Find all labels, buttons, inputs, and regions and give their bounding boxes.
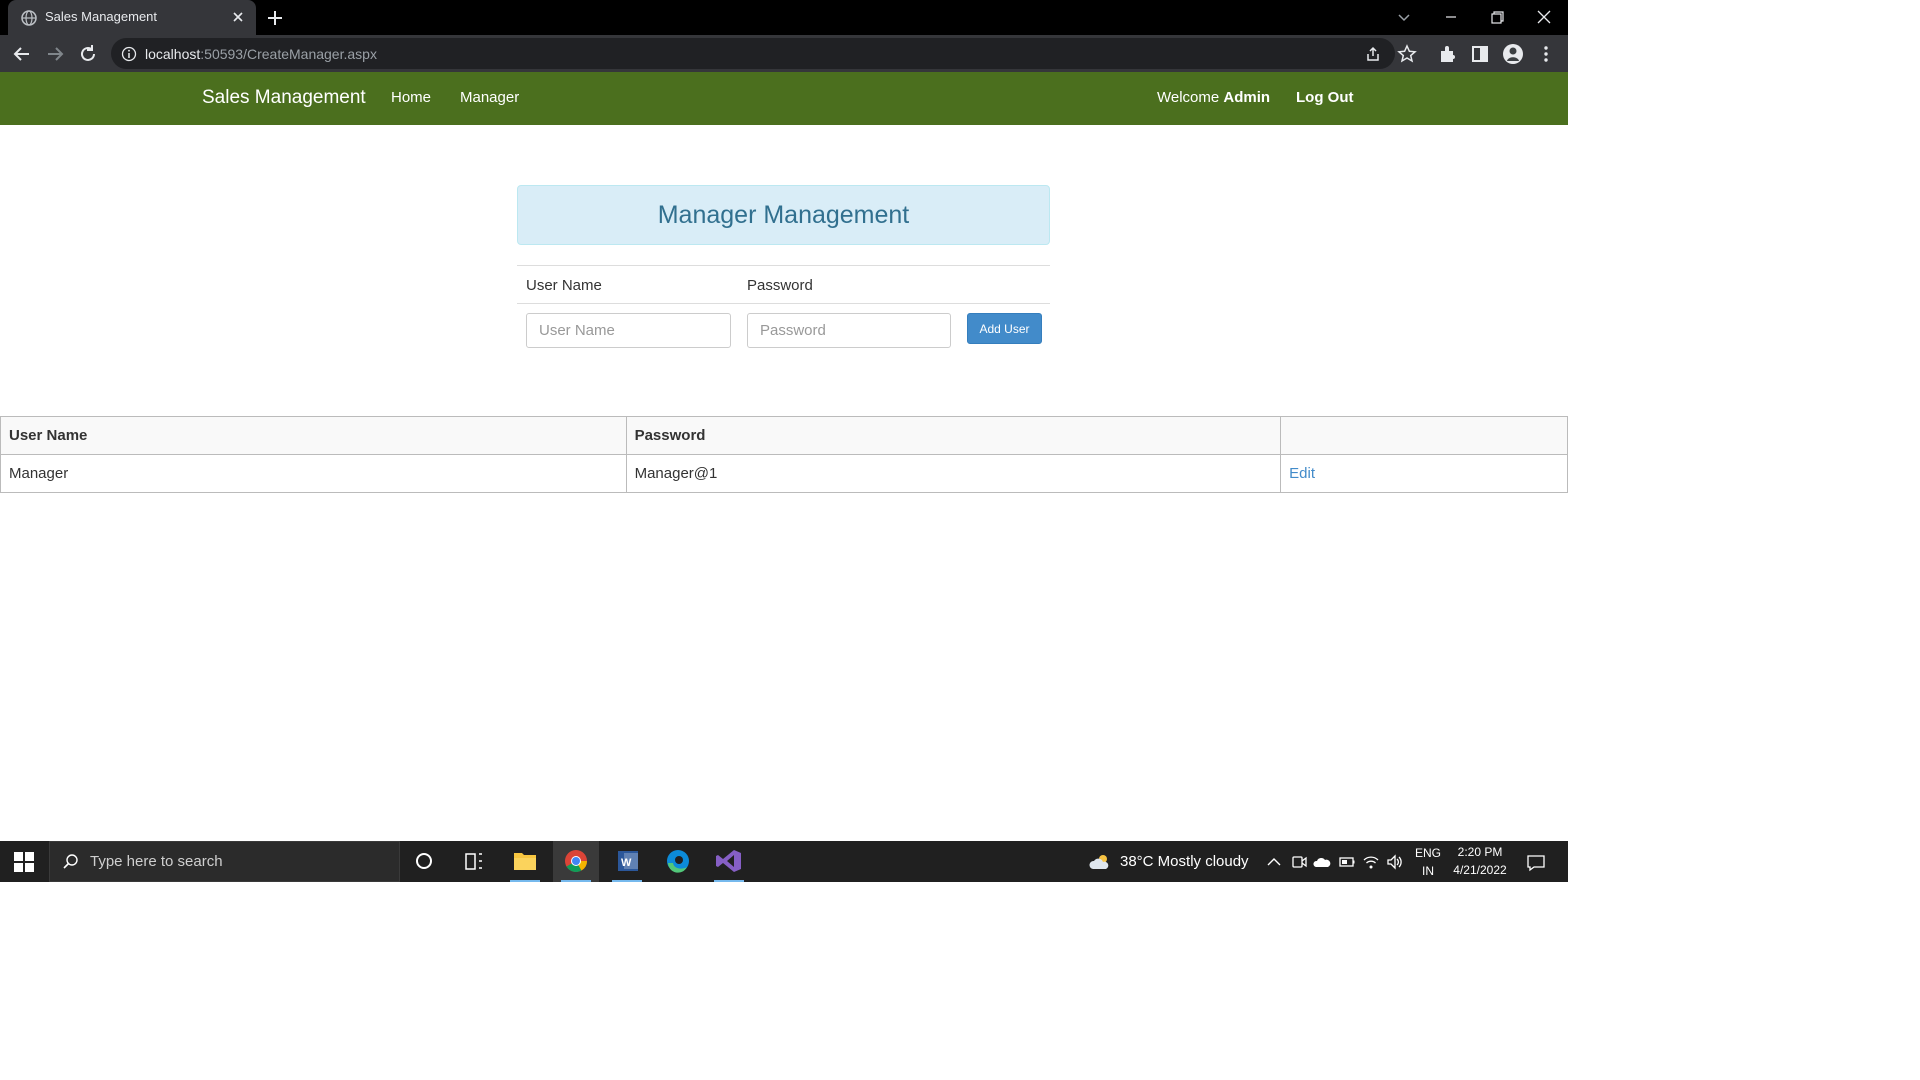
chevron-up-icon[interactable] [1265,853,1283,871]
file-explorer-icon [514,853,536,870]
restore-icon[interactable] [1485,6,1509,28]
visual-studio-icon [716,850,741,872]
browser-toolbar: localhost:50593/CreateManager.aspx [0,35,1568,72]
onedrive-icon[interactable] [1313,853,1331,871]
managers-table: User Name Password Manager Manager@1 Edi… [0,416,1568,493]
nav-manager-link[interactable]: Manager [460,89,519,106]
welcome-prefix: Welcome [1157,89,1220,106]
forward-icon[interactable] [44,43,66,65]
search-placeholder: Type here to search [90,853,223,870]
column-header-password: Password [625,416,1282,455]
cell-username: Manager [0,454,627,493]
logout-link[interactable]: Log Out [1296,89,1353,106]
taskbar-search[interactable]: Type here to search [49,841,400,882]
close-window-icon[interactable] [1532,6,1556,28]
file-explorer-app[interactable] [502,841,548,882]
tab-title: Sales Management [45,9,158,24]
close-tab-icon[interactable] [229,8,247,26]
address-bar[interactable]: localhost:50593/CreateManager.aspx [111,38,1395,69]
task-view-icon[interactable] [451,841,497,882]
running-indicator [510,880,540,882]
nav-home-link[interactable]: Home [391,89,431,106]
panel-header: Manager Management [517,185,1050,245]
clock-time[interactable]: 2:20 PM [1447,845,1513,859]
column-header-username: User Name [0,416,627,455]
language-top[interactable]: ENG [1413,846,1443,860]
welcome-user: Admin [1223,89,1271,106]
url-text: localhost:50593/CreateManager.aspx [145,46,377,62]
page-title: Manager Management [657,201,910,229]
browser-menu-icon[interactable] [1535,43,1557,65]
url-host: localhost [145,46,201,62]
username-input[interactable] [526,313,731,348]
globe-icon [21,10,37,26]
reload-icon[interactable] [77,43,99,65]
running-indicator [714,880,744,882]
edge-app[interactable] [655,841,701,882]
add-user-button[interactable]: Add User [967,313,1042,344]
profile-avatar-icon[interactable] [1502,43,1524,65]
password-label: Password [747,277,813,294]
chrome-app[interactable] [553,841,599,882]
share-icon[interactable] [1364,45,1382,63]
browser-tabstrip: Sales Management [0,0,1568,35]
welcome-text: Welcome Admin [1157,89,1270,106]
site-navbar: Sales Management Home Manager Welcome Ad… [0,72,1568,125]
cell-password: Manager@1 [625,454,1282,493]
windows-start-icon[interactable] [14,852,34,872]
minimize-icon[interactable] [1439,6,1463,28]
running-indicator [612,880,642,882]
running-indicator [561,880,591,882]
weather-cloud-icon[interactable] [1088,853,1112,871]
search-icon [63,854,78,869]
windows-taskbar: Type here to search W 38°C Mostly cloudy… [0,841,1568,882]
url-path: :50593/CreateManager.aspx [200,46,377,62]
new-tab-icon[interactable] [264,7,286,29]
screen: Sales Management localhost:50593/CreateM… [0,0,1568,882]
extensions-icon[interactable] [1436,43,1458,65]
language-bottom[interactable]: IN [1413,864,1443,878]
username-label: User Name [526,277,602,294]
wifi-icon[interactable] [1362,853,1380,871]
tab-search-icon[interactable] [1392,6,1416,28]
add-user-form: User Name Password Add User [517,265,1050,355]
svg-text:W: W [621,857,632,869]
notifications-icon[interactable] [1526,853,1546,873]
password-input[interactable] [747,313,951,348]
cortana-icon[interactable] [401,841,447,882]
edit-link[interactable]: Edit [1280,454,1568,493]
word-app[interactable]: W [604,841,650,882]
word-icon: W [618,851,638,871]
visual-studio-app[interactable] [706,841,752,882]
brand-link[interactable]: Sales Management [202,87,366,109]
meet-now-icon[interactable] [1290,853,1308,871]
back-icon[interactable] [11,43,33,65]
battery-icon[interactable] [1338,853,1356,871]
weather-text[interactable]: 38°C Mostly cloudy [1120,853,1249,870]
bookmark-star-icon[interactable] [1396,43,1418,65]
site-info-icon[interactable] [121,46,137,62]
side-panel-icon[interactable] [1469,43,1491,65]
clock-date[interactable]: 4/21/2022 [1447,863,1513,877]
column-header-action [1280,416,1568,455]
volume-icon[interactable] [1386,853,1404,871]
chrome-icon [565,850,587,872]
table-row: Manager Manager@1 Edit [0,454,1568,493]
browser-tab[interactable]: Sales Management [8,0,256,35]
edge-icon [667,850,689,873]
table-header-row: User Name Password [0,416,1568,455]
